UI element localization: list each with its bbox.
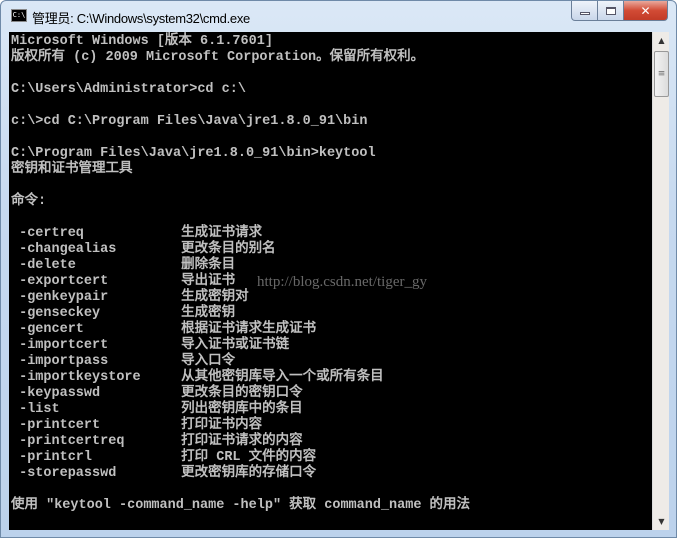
vertical-scrollbar[interactable]: ▲ ≡ ▼ bbox=[652, 32, 669, 530]
window-title: 管理员: C:\Windows\system32\cmd.exe bbox=[32, 11, 250, 26]
scroll-up-arrow-icon[interactable]: ▲ bbox=[653, 32, 670, 49]
console-line: -importkeystore 从其他密钥库导入一个或所有条目 bbox=[11, 370, 384, 385]
cmd-app-icon: C:\ bbox=[11, 9, 27, 22]
console-line: -printcrl 打印 CRL 文件的内容 bbox=[11, 450, 317, 465]
console-line: -gencert 根据证书请求生成证书 bbox=[11, 322, 317, 337]
minimize-icon bbox=[579, 12, 590, 15]
scroll-down-arrow-icon[interactable]: ▼ bbox=[653, 513, 670, 530]
watermark: http://blog.csdn.net/tiger_gy bbox=[257, 274, 427, 290]
minimize-button[interactable] bbox=[571, 1, 598, 21]
close-button[interactable]: ✕ bbox=[624, 1, 668, 21]
window-controls: ✕ bbox=[571, 1, 668, 21]
console-line: -changealias 更改条目的别名 bbox=[11, 242, 276, 257]
console-line: Microsoft Windows [版本 6.1.7601] bbox=[11, 34, 273, 49]
console-line: -certreq 生成证书请求 bbox=[11, 226, 263, 241]
close-icon: ✕ bbox=[640, 3, 651, 18]
console-output[interactable]: Microsoft Windows [版本 6.1.7601] 版权所有 (c) … bbox=[9, 32, 652, 530]
console-line: c:\>cd C:\Program Files\Java\jre1.8.0_91… bbox=[11, 114, 368, 129]
maximize-button[interactable] bbox=[598, 1, 624, 21]
console-line: -importpass 导入口令 bbox=[11, 354, 236, 369]
console-line: -printcertreq 打印证书请求的内容 bbox=[11, 434, 303, 449]
console-line: -importcert 导入证书或证书链 bbox=[11, 338, 290, 353]
console-line: -genseckey 生成密钥 bbox=[11, 306, 236, 321]
console-line: C:\Users\Administrator>cd c:\ bbox=[11, 82, 246, 97]
console-line: -storepasswd 更改密钥库的存储口令 bbox=[11, 466, 317, 481]
console-line: 命令: bbox=[11, 194, 47, 209]
console-line: -genkeypair 生成密钥对 bbox=[11, 290, 249, 305]
console-line: 密钥和证书管理工具 bbox=[11, 162, 133, 177]
console-line: -keypasswd 更改条目的密钥口令 bbox=[11, 386, 303, 401]
console-line: 版权所有 (c) 2009 Microsoft Corporation。保留所有… bbox=[11, 50, 425, 65]
console-line: -list 列出密钥库中的条目 bbox=[11, 402, 303, 417]
console-line: -printcert 打印证书内容 bbox=[11, 418, 263, 433]
scrollbar-thumb[interactable]: ≡ bbox=[654, 51, 669, 97]
cmd-window: C:\ 管理员: C:\Windows\system32\cmd.exe ✕ M… bbox=[0, 0, 677, 538]
console-line: 使用 "keytool -command_name -help" 获取 comm… bbox=[11, 498, 471, 513]
console-line: C:\Program Files\Java\jre1.8.0_91\bin>ke… bbox=[11, 146, 376, 161]
console-line: -delete 删除条目 bbox=[11, 258, 236, 273]
maximize-icon bbox=[605, 6, 616, 15]
